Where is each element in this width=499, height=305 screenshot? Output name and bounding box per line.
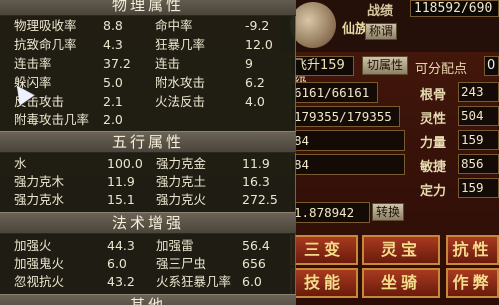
attr-value-2: 84 (290, 154, 405, 175)
row-value: 5.0 (103, 75, 123, 90)
row-label: 强力克金 (156, 156, 207, 171)
stat-value-agility: 856 (458, 154, 499, 174)
row-label: 命中率 (155, 18, 193, 33)
row-label: 强力克水 (14, 192, 65, 207)
row-label: 忽视抗火 (14, 274, 65, 289)
row-label: 连击 (155, 56, 181, 71)
row-label: 火系狂暴几率 (156, 274, 232, 289)
tooltip-row: 反击攻击 2.1 火法反击 4.0 (0, 93, 296, 110)
tooltip-row: 附毒攻击几率 2.0 (0, 111, 296, 128)
transform-button[interactable]: 三变 (290, 235, 358, 265)
attr-value-1: 84 (290, 130, 405, 151)
row-label: 强力克火 (156, 192, 207, 207)
physical-section-title: 物理属性 (0, 0, 296, 16)
row-label: 连击率 (14, 56, 52, 71)
tooltip-row: 加强鬼火 6.0 强三尸虫 656 (0, 255, 296, 272)
title-button[interactable]: 称谓 (365, 23, 397, 40)
row-value: -9.2 (245, 18, 270, 33)
row-value: 9 (245, 56, 253, 71)
row-label: 附水攻击 (155, 75, 206, 90)
stat-value-spirit: 504 (458, 106, 499, 126)
row-value: 6.0 (107, 256, 127, 271)
tooltip-row: 躲闪率 5.0 附水攻击 6.2 (0, 74, 296, 91)
tooltip-row: 连击率 37.2 连击 9 (0, 55, 296, 72)
row-label: 加强鬼火 (14, 256, 65, 271)
row-label: 强力克土 (156, 174, 207, 189)
stat-label-spirit: 灵性 (420, 112, 447, 127)
row-label: 强力克木 (14, 174, 65, 189)
row-value: 2.0 (103, 112, 123, 127)
convert-button[interactable]: 转换 (372, 203, 404, 221)
mount-button[interactable]: 坐骑 (362, 268, 440, 298)
stat-value-focus: 159 (458, 178, 499, 198)
stat-label-strength: 力量 (420, 136, 447, 151)
stat-value-constitution: 243 (458, 82, 499, 102)
row-value: 656 (242, 256, 266, 271)
points-value: 0 (484, 56, 499, 76)
row-label: 火法反击 (155, 94, 206, 109)
skills-button[interactable]: 技能 (290, 268, 358, 298)
row-value: 6.0 (242, 274, 262, 289)
tooltip-row: 加强火 44.3 加强雷 56.4 (0, 237, 296, 254)
stat-label-agility: 敏捷 (420, 160, 447, 175)
resistance-button[interactable]: 抗性 (446, 235, 499, 265)
row-value: 4.3 (103, 37, 123, 52)
mp-value: 179355/179355 (290, 106, 400, 127)
row-value: 12.0 (245, 37, 273, 52)
row-value: 2.1 (103, 94, 123, 109)
row-value: 4.0 (245, 94, 265, 109)
cheat-button[interactable]: 作弊 (446, 268, 499, 298)
row-label: 强三尸虫 (156, 256, 207, 271)
row-value: 8.8 (103, 18, 123, 33)
row-value: 56.4 (242, 238, 270, 253)
attribute-tooltip: 物理属性 物理吸收率 8.8 命中率 -9.2 抗致命几率 4.3 狂暴几率 1… (0, 0, 296, 305)
level-value: 飞升159级 (290, 56, 354, 91)
row-value: 11.9 (242, 156, 270, 171)
stat-label-focus: 定力 (420, 184, 447, 199)
row-label: 附毒攻击几率 (14, 112, 90, 127)
elements-section-title: 五行属性 (0, 131, 296, 153)
record-label: 战绩 (367, 4, 394, 19)
spirit-treasure-button[interactable]: 灵宝 (362, 235, 440, 265)
row-label: 水 (14, 156, 27, 171)
row-label: 加强雷 (156, 238, 194, 253)
hp-value: 6161/66161 (290, 82, 378, 103)
row-value: 15.1 (107, 192, 135, 207)
row-value: 272.5 (242, 192, 278, 207)
tooltip-row: 水 100.0 强力克金 11.9 (0, 155, 296, 172)
row-label: 加强火 (14, 238, 52, 253)
character-avatar (290, 2, 336, 48)
row-value: 6.2 (245, 75, 265, 90)
stat-value-strength: 159 (458, 130, 499, 150)
stat-label-constitution: 根骨 (420, 88, 447, 103)
row-label: 物理吸收率 (14, 18, 77, 33)
row-value: 43.2 (107, 274, 135, 289)
tooltip-row: 忽视抗火 43.2 火系狂暴几率 6.0 (0, 273, 296, 290)
row-label: 抗致命几率 (14, 37, 77, 52)
row-label: 狂暴几率 (155, 37, 206, 52)
other-section-title: 其他 (0, 294, 296, 305)
row-value: 37.2 (103, 56, 131, 71)
row-value: 44.3 (107, 238, 135, 253)
row-value: 100.0 (107, 156, 143, 171)
switch-attributes-button[interactable]: 切属性 (362, 56, 408, 75)
tooltip-row: 强力克水 15.1 强力克火 272.5 (0, 191, 296, 208)
row-value: 11.9 (107, 174, 135, 189)
tooltip-row: 抗致命几率 4.3 狂暴几率 12.0 (0, 36, 296, 53)
exp-value: 1.878942 (290, 202, 370, 223)
tooltip-row: 强力克木 11.9 强力克土 16.3 (0, 173, 296, 190)
tooltip-row: 物理吸收率 8.8 命中率 -9.2 (0, 17, 296, 34)
points-label: 可分配点 (415, 62, 468, 77)
spell-section-title: 法术增强 (0, 212, 296, 234)
row-value: 16.3 (242, 174, 270, 189)
record-value: 118592/690 (410, 0, 499, 17)
